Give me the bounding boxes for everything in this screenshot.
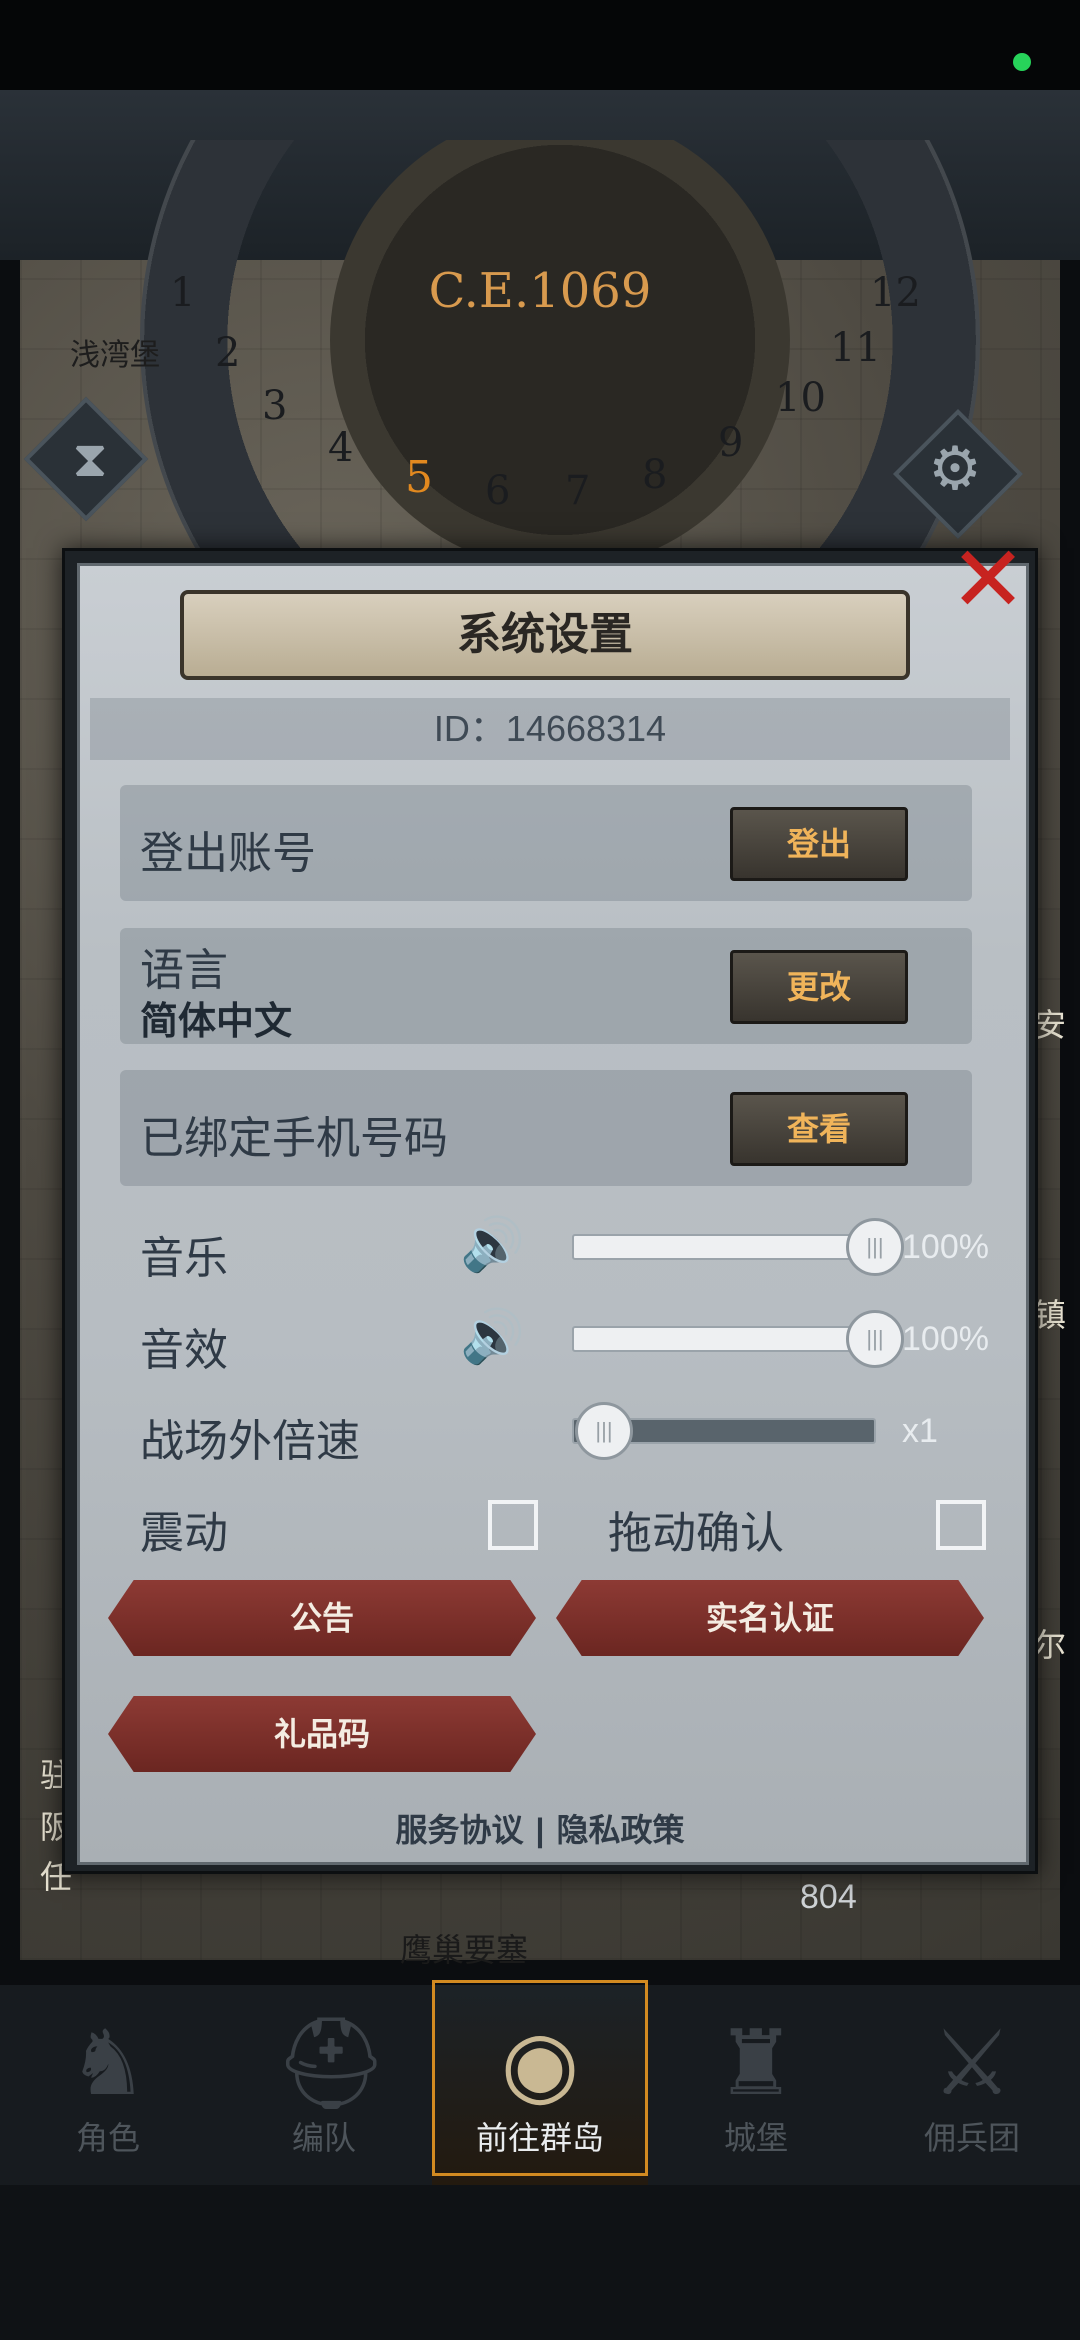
music-percent: 100% [902,1228,989,1266]
coin-counter: 804 [800,1878,857,1916]
speed-value: x1 [902,1412,938,1450]
mercenary-icon: ⚔ [931,2014,1013,2114]
language-label: 语言 [140,946,228,995]
phone-label: 已绑定手机号码 [140,1114,448,1163]
giftcode-button[interactable]: 礼品码 [108,1696,536,1772]
music-label: 音乐 [140,1234,228,1283]
month-10: 10 [775,375,826,421]
month-2: 2 [215,330,241,376]
phone-row: 已绑定手机号码 查看 [120,1070,972,1186]
helmet-icon: ⛑ [274,2014,389,2114]
speaker-icon[interactable]: 🔊 [460,1215,530,1275]
close-button[interactable]: ✕ [948,534,1028,626]
drag-confirm-checkbox[interactable] [936,1500,986,1550]
notice-button[interactable]: 公告 [108,1580,536,1656]
privacy-link[interactable]: 隐私政策 [550,1812,690,1848]
town-label: 浅湾堡 [70,338,160,373]
month-1: 1 [170,270,196,316]
music-slider[interactable] [572,1234,876,1260]
map-side-tag-3: 尔 [1034,1627,1067,1663]
knight-icon: ♞ [67,2014,149,2114]
nav-item-mercenary[interactable]: ⚔ 佣兵团 [864,1985,1080,2185]
nav-label: 编队 [291,2120,356,2156]
month-6: 6 [485,468,511,514]
sfx-percent: 100% [902,1320,989,1358]
music-slider-handle[interactable]: ||| [846,1218,904,1276]
drag-confirm-label: 拖动确认 [608,1509,784,1558]
status-bar [0,0,1080,90]
dialog-title: 系统设置 [180,590,910,680]
month-12: 12 [870,270,921,316]
hourglass-icon: ⧗ [72,431,108,487]
user-id: ID：14668314 [90,698,1010,760]
logout-label: 登出账号 [140,829,316,878]
nav-item-castle[interactable]: ♜ 城堡 [648,1985,864,2185]
speed-slider-handle[interactable]: ||| [575,1402,633,1460]
language-row: 语言 简体中文 更改 [120,928,972,1044]
speed-label: 战场外倍速 [140,1417,360,1466]
status-indicator-dot [1013,53,1031,71]
vibration-checkbox[interactable] [488,1500,538,1550]
nav-label: 城堡 [723,2120,788,2156]
close-icon: ✕ [949,529,1027,631]
map-side-tag-1: 安 [1034,1007,1067,1043]
nav-label: 佣兵团 [923,2120,1020,2156]
nav-label: 角色 [75,2120,140,2156]
month-7: 7 [565,468,591,514]
language-value: 简体中文 [140,1001,293,1043]
realname-button[interactable]: 实名认证 [556,1580,984,1656]
view-phone-button[interactable]: 查看 [730,1092,908,1166]
map-side-tag-2: 镇 [1034,1297,1067,1333]
logout-button[interactable]: 登出 [730,807,908,881]
gear-icon: ⚙ [928,435,982,502]
month-4: 4 [328,425,354,471]
castle-icon: ♜ [715,2014,797,2114]
month-5-current: 5 [405,452,433,503]
footer-links: 服务协议 | 隐私政策 [0,1805,1080,1851]
speaker-icon[interactable]: 🔊 [460,1307,530,1367]
nav-item-team[interactable]: ⛑ 编队 [216,1985,432,2185]
vibration-label: 震动 [140,1509,228,1558]
nav-active-frame [432,1980,648,2176]
nav-item-character[interactable]: ♞ 角色 [0,1985,216,2185]
sfx-label: 音效 [140,1326,228,1375]
links-separator: | [535,1812,545,1848]
sfx-slider-handle[interactable]: ||| [846,1310,904,1368]
terms-link[interactable]: 服务协议 [390,1812,530,1848]
system-bottom-area [0,2185,1080,2340]
month-11: 11 [830,325,881,371]
month-3: 3 [262,383,288,429]
sfx-slider[interactable] [572,1326,876,1352]
change-language-button[interactable]: 更改 [730,950,908,1024]
logout-row: 登出账号 登出 [120,785,972,901]
place-label: 鹰巢要塞 [400,1932,529,1968]
month-8: 8 [642,452,668,498]
month-9: 9 [718,420,744,466]
